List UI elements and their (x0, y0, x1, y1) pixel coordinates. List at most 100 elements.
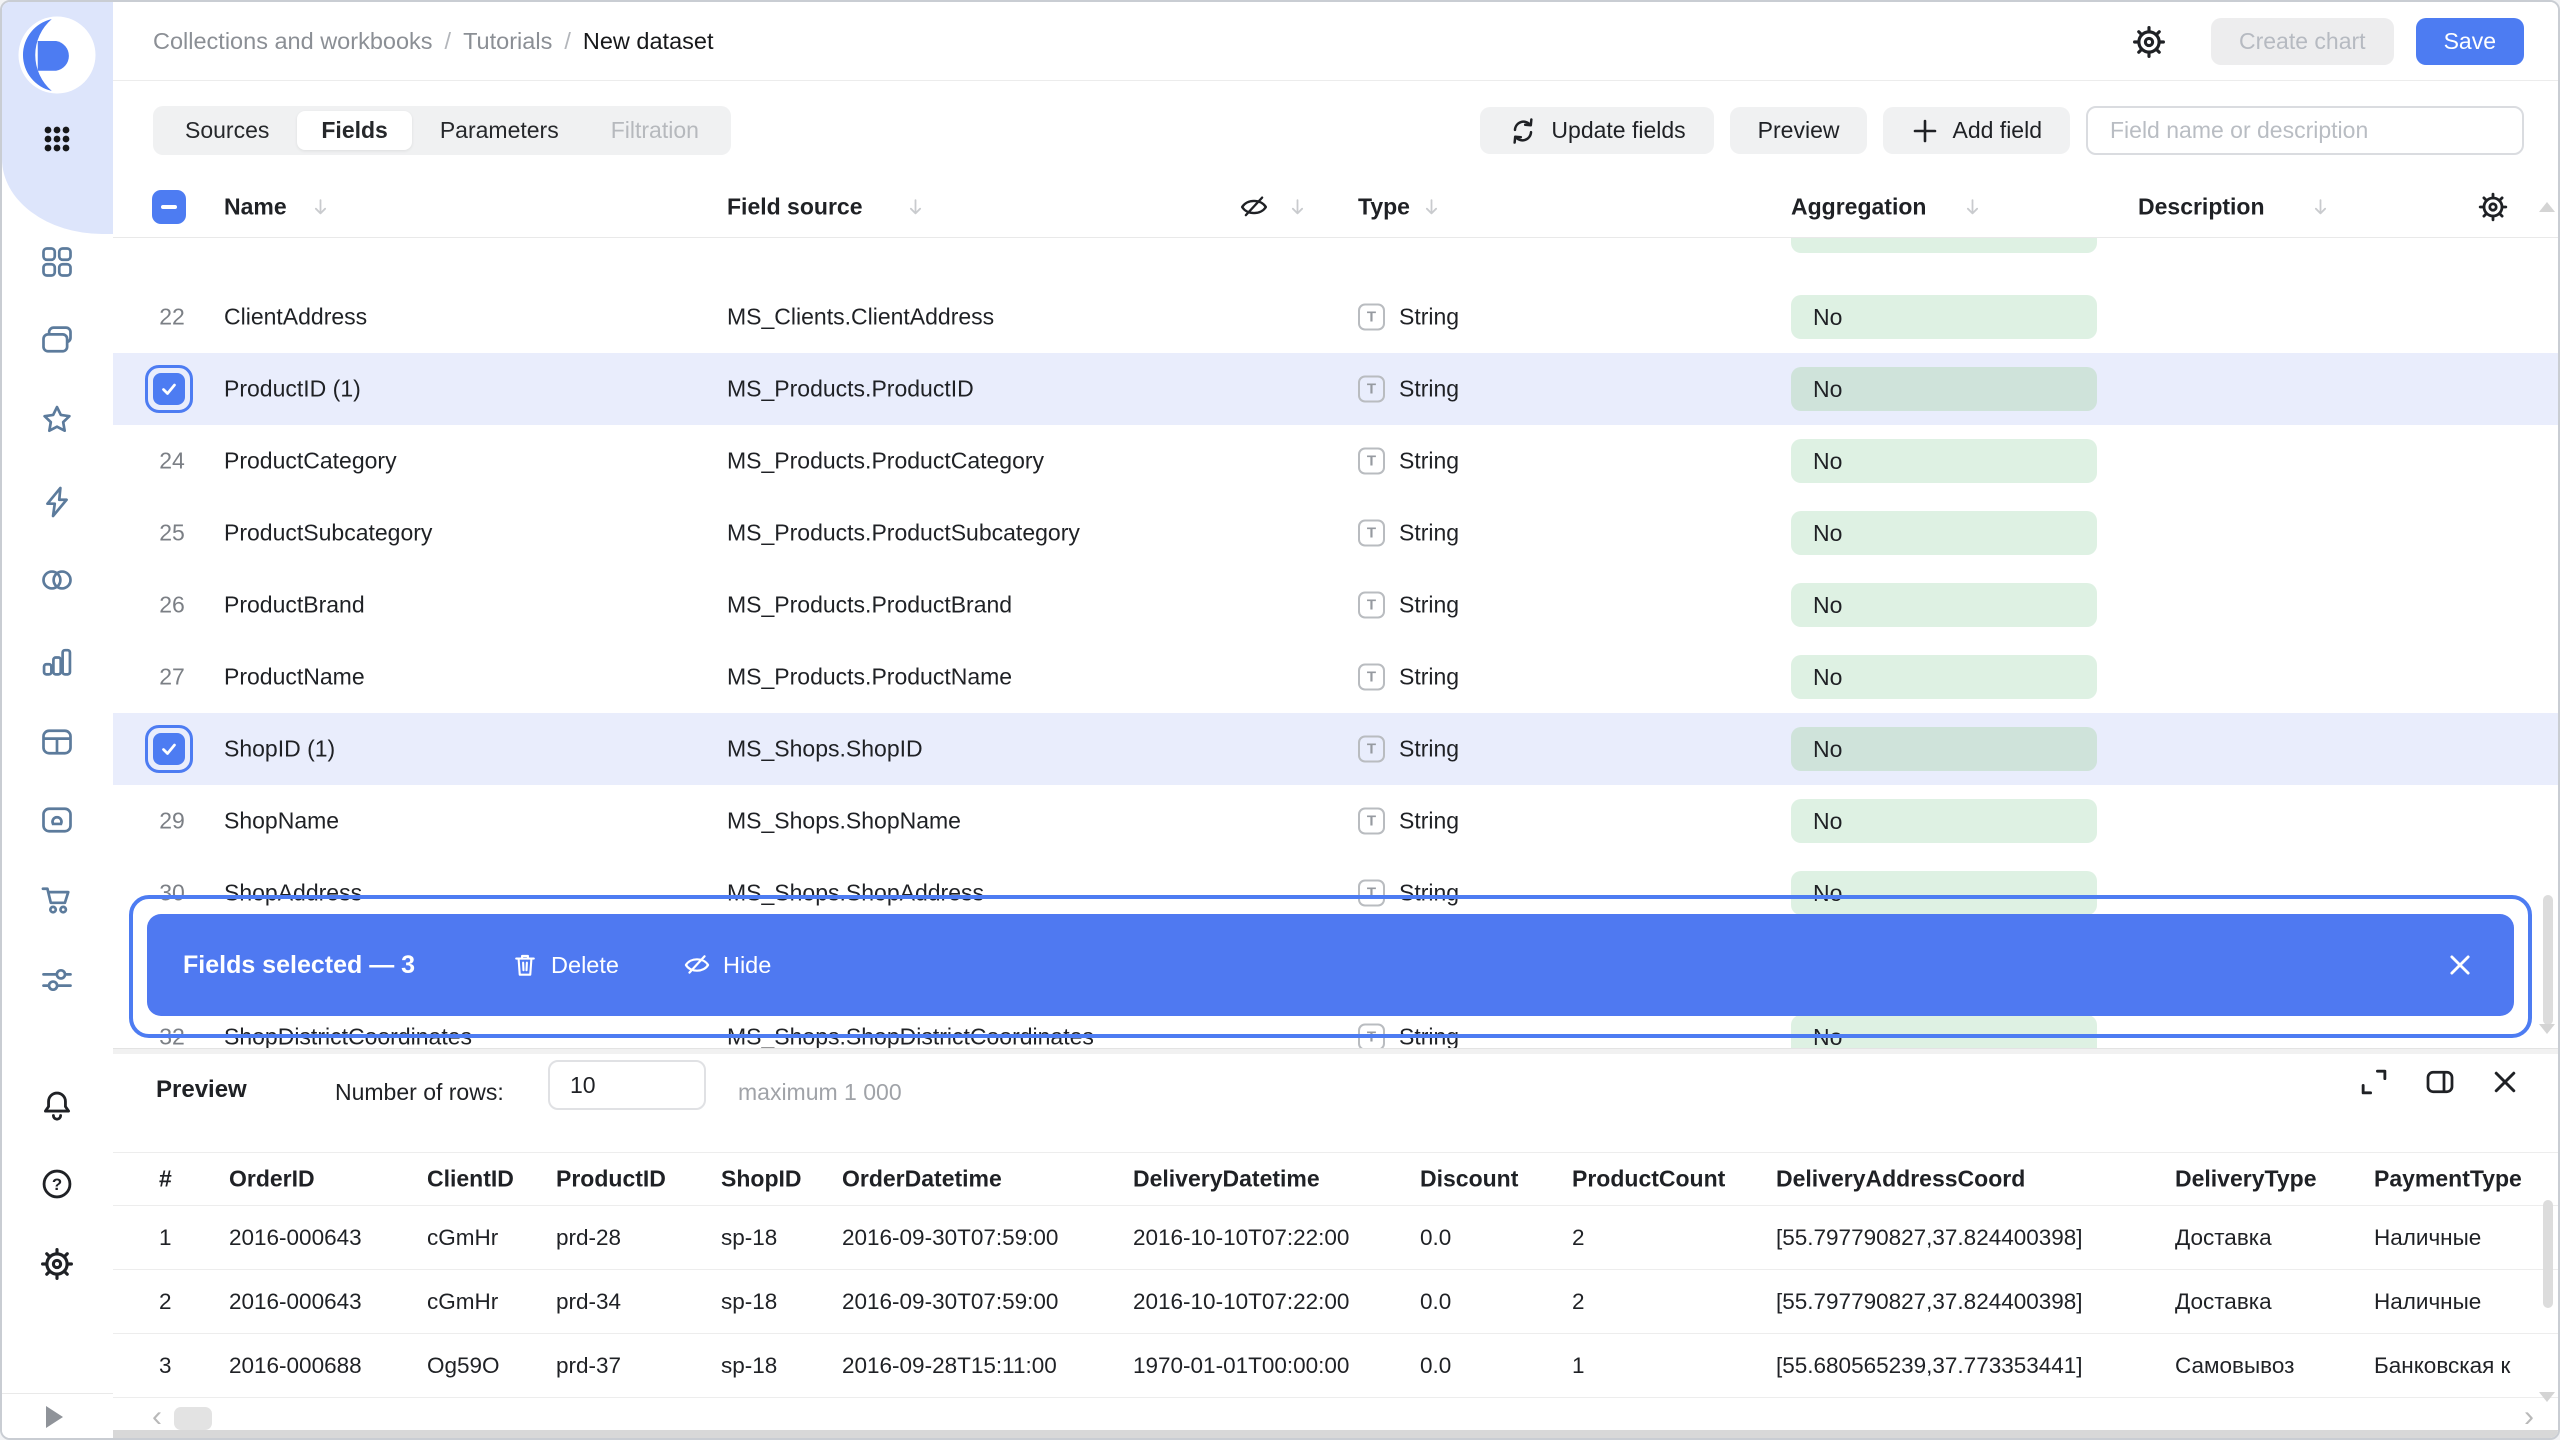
aggregation-select[interactable]: No (1791, 727, 2097, 771)
aggregation-select[interactable]: No (1791, 583, 2097, 627)
column-header-description[interactable]: Description (2138, 194, 2265, 221)
sort-hidden-icon[interactable] (1289, 198, 1306, 217)
collections-icon[interactable] (39, 322, 75, 358)
sort-type-icon[interactable] (1423, 198, 1440, 217)
cell: Доставка (2175, 1225, 2272, 1251)
aggregation-select[interactable]: No (1791, 799, 2097, 843)
dashboards-icon[interactable] (39, 244, 75, 280)
hscroll-thumb[interactable] (174, 1407, 212, 1430)
tab-filtration[interactable]: Filtration (587, 111, 723, 150)
sidebar (2, 2, 113, 1438)
field-search-input[interactable] (2086, 106, 2524, 155)
field-row-selected[interactable]: ShopID (1) MS_Shops.ShopID TString No (113, 713, 2560, 785)
preview-close-icon[interactable] (2490, 1067, 2520, 1097)
field-type[interactable]: TString (1358, 880, 1459, 907)
aggregation-select[interactable]: No (1791, 655, 2097, 699)
field-type[interactable]: TString (1358, 1024, 1459, 1049)
field-type[interactable]: TString (1358, 376, 1459, 403)
column-header-type[interactable]: Type (1358, 194, 1410, 221)
column-header-aggregation[interactable]: Aggregation (1791, 194, 1926, 221)
create-chart-button[interactable]: Create chart (2211, 18, 2394, 65)
field-source: MS_Products.ProductName (727, 664, 1012, 691)
field-type[interactable]: TString (1358, 736, 1459, 763)
column-header-field-source[interactable]: Field source (727, 194, 862, 221)
cell: cGmHr (427, 1289, 498, 1315)
table-settings-gear-icon[interactable] (2477, 191, 2509, 223)
field-row[interactable]: 22 ClientAddress MS_Clients.ClientAddres… (113, 281, 2560, 353)
storage-folder-icon[interactable] (39, 802, 75, 838)
sort-name-icon[interactable] (312, 198, 329, 217)
aggregation-select[interactable]: No (1791, 1015, 2097, 1048)
delete-selected-button[interactable]: Delete (511, 951, 619, 979)
row-checkbox[interactable] (145, 725, 193, 773)
services-sliders-icon[interactable] (39, 962, 75, 998)
selection-close-icon[interactable] (2446, 951, 2474, 979)
row-checkbox[interactable] (145, 365, 193, 413)
field-row-selected[interactable]: ProductID (1) MS_Products.ProductID TStr… (113, 353, 2560, 425)
field-type[interactable]: TString (1358, 592, 1459, 619)
help-icon[interactable] (39, 1166, 75, 1202)
preview-resize-handle[interactable] (113, 1048, 2560, 1054)
row-number: 29 (152, 808, 192, 835)
cell: Самовывоз (2175, 1353, 2294, 1379)
connections-icon[interactable] (39, 562, 75, 598)
save-button[interactable]: Save (2416, 18, 2524, 65)
field-source: MS_Shops.ShopDistrictCoordinates (727, 1024, 1094, 1049)
field-row[interactable]: 29 ShopName MS_Shops.ShopName TString No (113, 785, 2560, 857)
sort-aggregation-icon[interactable] (1964, 198, 1981, 217)
add-field-button[interactable]: Add field (1883, 107, 2070, 154)
sidebar-collapse-arrow-icon[interactable] (46, 1406, 63, 1428)
field-type[interactable]: TString (1358, 448, 1459, 475)
editor-bolt-icon[interactable] (39, 484, 75, 520)
settings-gear-icon[interactable] (39, 1246, 75, 1282)
datasets-table-icon[interactable] (39, 724, 75, 760)
fields-scrollbar-thumb[interactable] (2543, 895, 2553, 1025)
breadcrumb-tutorials[interactable]: Tutorials (463, 28, 552, 55)
datalens-logo[interactable] (15, 13, 99, 97)
tab-sources[interactable]: Sources (161, 111, 293, 150)
field-type[interactable]: TString (1358, 808, 1459, 835)
field-row[interactable]: 24 ProductCategory MS_Products.ProductCa… (113, 425, 2560, 497)
dataset-settings-gear-icon[interactable] (2131, 24, 2167, 60)
scroll-up-arrow[interactable] (2539, 202, 2555, 212)
rows-count-input[interactable] (548, 1060, 706, 1110)
aggregation-select[interactable]: No (1791, 871, 2097, 915)
field-type[interactable]: TString (1358, 520, 1459, 547)
preview-col-paymenttype: PaymentType (2374, 1166, 2522, 1193)
breadcrumb-collections[interactable]: Collections and workbooks (153, 28, 433, 55)
field-row[interactable]: 27 ProductName MS_Products.ProductName T… (113, 641, 2560, 713)
field-row[interactable]: 26 ProductBrand MS_Products.ProductBrand… (113, 569, 2560, 641)
tab-parameters[interactable]: Parameters (416, 111, 583, 150)
hscroll-right-arrow[interactable]: › (2524, 1402, 2534, 1432)
scroll-down-arrow[interactable] (2539, 1024, 2555, 1034)
cell: 2016-09-30T07:59:00 (842, 1289, 1058, 1315)
hide-selected-button[interactable]: Hide (683, 951, 771, 979)
sort-description-icon[interactable] (2312, 198, 2329, 217)
preview-expand-icon[interactable] (2358, 1066, 2390, 1098)
apps-grid-icon[interactable] (39, 121, 75, 157)
hidden-eye-off-column-icon[interactable] (1239, 192, 1269, 222)
field-type[interactable]: TString (1358, 304, 1459, 331)
hscroll-left-arrow[interactable]: ‹ (152, 1402, 162, 1432)
string-type-icon: T (1358, 304, 1385, 331)
aggregation-select[interactable]: No (1791, 439, 2097, 483)
favorites-star-icon[interactable] (39, 402, 75, 438)
field-row[interactable]: 25 ProductSubcategory MS_Products.Produc… (113, 497, 2560, 569)
aggregation-select[interactable]: No (1791, 511, 2097, 555)
sort-field-source-icon[interactable] (907, 198, 924, 217)
preview-button[interactable]: Preview (1730, 107, 1868, 154)
preview-scroll-down-arrow[interactable] (2539, 1392, 2555, 1402)
tab-fields[interactable]: Fields (297, 111, 411, 150)
aggregation-select[interactable]: No (1791, 367, 2097, 411)
charts-icon[interactable] (39, 644, 75, 680)
aggregation-select[interactable]: No (1791, 295, 2097, 339)
notifications-bell-icon[interactable] (39, 1088, 75, 1124)
field-type[interactable]: TString (1358, 664, 1459, 691)
preview-split-view-icon[interactable] (2424, 1066, 2456, 1098)
marketplace-cart-icon[interactable] (39, 882, 75, 918)
update-fields-button[interactable]: Update fields (1480, 107, 1713, 154)
preview-scrollbar-thumb[interactable] (2543, 1200, 2553, 1308)
column-header-name[interactable]: Name (224, 194, 287, 221)
field-name: ClientAddress (224, 304, 367, 331)
select-all-checkbox[interactable] (152, 190, 186, 224)
